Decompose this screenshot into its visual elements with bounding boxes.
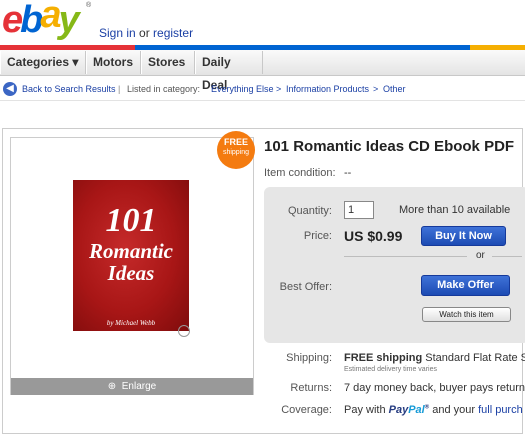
- pay-with-text: Pay with: [344, 404, 389, 416]
- availability-text: More than 10 available: [399, 204, 511, 216]
- shipping-method: Standard Flat Rate Sh: [422, 352, 525, 364]
- register-link[interactable]: register: [153, 26, 193, 40]
- breadcrumb-gt: >: [276, 84, 282, 94]
- sign-in-link[interactable]: Sign in: [99, 26, 136, 40]
- listed-in-label: Listed in category:: [127, 84, 201, 94]
- item-image-cover[interactable]: 101 Romantic Ideas by Michael Webb: [73, 180, 189, 331]
- nav-tab-stores[interactable]: Stores: [141, 51, 195, 74]
- cover-title-ideas: Ideas: [107, 261, 155, 285]
- breadcrumb-separator: |: [118, 84, 121, 94]
- best-offer-label: Best Offer:: [279, 281, 332, 293]
- quantity-label: Quantity:: [287, 205, 332, 217]
- item-condition-label: Item condition:: [264, 167, 336, 179]
- item-condition-value: --: [344, 167, 352, 179]
- logo-letter-a: a: [40, 0, 61, 36]
- badge-shipping-text: shipping: [222, 149, 250, 156]
- zoom-hint-icon: [178, 325, 190, 337]
- logo-letter-y: y: [58, 0, 80, 41]
- breadcrumb-divider: [0, 100, 525, 101]
- badge-free-text: FREE: [223, 137, 248, 147]
- cover-author: by Michael Webb: [106, 319, 156, 327]
- coverage-label: Coverage:: [281, 404, 332, 416]
- cover-title-number: 101: [105, 202, 157, 239]
- ebay-logo[interactable]: ebay: [2, 0, 94, 40]
- watch-item-button[interactable]: Watch this item: [422, 307, 511, 322]
- magnifier-icon: ⊕: [107, 381, 117, 392]
- shipping-label: Shipping:: [286, 352, 332, 364]
- nav-tab-categories[interactable]: Categories ▾: [0, 51, 86, 74]
- breadcrumb-gt: >: [373, 84, 379, 94]
- item-price: US $0.99: [344, 228, 403, 244]
- or-divider-left: [344, 256, 467, 257]
- breadcrumb-other[interactable]: Other: [383, 78, 406, 100]
- full-purchase-link[interactable]: full purch: [478, 404, 523, 416]
- or-divider-right: [492, 256, 522, 257]
- returns-label: Returns:: [290, 382, 332, 394]
- enlarge-label: Enlarge: [121, 381, 157, 392]
- back-to-search-link[interactable]: Back to Search Results: [22, 78, 116, 100]
- arrow-left-icon[interactable]: ◀: [3, 82, 17, 96]
- make-offer-button[interactable]: Make Offer: [421, 275, 510, 296]
- signin-area: Sign in or register: [99, 26, 193, 40]
- top-nav-bar: Categories ▾ Motors Stores Daily Deal: [0, 50, 525, 92]
- logo-letter-b: b: [20, 0, 43, 41]
- free-shipping-text: FREE shipping: [344, 352, 423, 364]
- logo-letter-e: e: [2, 0, 23, 41]
- cover-title-romantic: Romantic: [88, 239, 173, 263]
- and-your-text: and your: [429, 404, 479, 416]
- item-title: 101 Romantic Ideas CD Ebook PDF: [264, 138, 515, 155]
- paypal-logo: PayPal®: [388, 404, 430, 416]
- quantity-input[interactable]: 1: [344, 201, 374, 219]
- nav-tab-daily-deal[interactable]: Daily Deal: [195, 51, 263, 92]
- enlarge-button[interactable]: ⊕ Enlarge: [11, 378, 253, 395]
- price-label: Price:: [303, 230, 332, 242]
- nav-tab-motors[interactable]: Motors: [86, 51, 141, 74]
- shipping-estimate-note: Estimated delivery time varies: [344, 366, 437, 373]
- free-shipping-badge: FREE shipping: [217, 131, 255, 169]
- coverage-value: Pay with PayPal® and your full purch: [344, 404, 523, 416]
- buy-it-now-button[interactable]: Buy It Now: [421, 226, 506, 246]
- breadcrumb: ◀ Back to Search Results | Listed in cat…: [0, 78, 525, 100]
- breadcrumb-everything-else[interactable]: Everything Else: [211, 78, 274, 100]
- shipping-value: FREE shipping Standard Flat Rate Sh: [344, 352, 525, 364]
- logo-trademark: ®: [86, 2, 92, 9]
- returns-value: 7 day money back, buyer pays return: [344, 382, 525, 394]
- or-text: or: [476, 250, 485, 261]
- breadcrumb-information-products[interactable]: Information Products: [286, 78, 369, 100]
- signin-or-text: or: [135, 26, 154, 40]
